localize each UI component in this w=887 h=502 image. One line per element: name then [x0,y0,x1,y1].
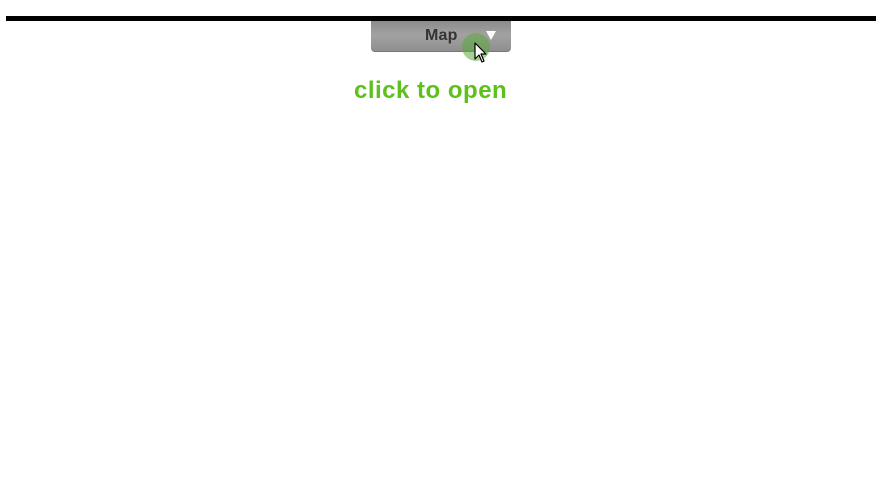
click-to-open-hint: click to open [354,77,508,104]
mouse-pointer-icon [474,42,487,63]
map-tab-label: Map [425,27,458,44]
map-dropdown-tab[interactable]: Map [371,21,511,52]
